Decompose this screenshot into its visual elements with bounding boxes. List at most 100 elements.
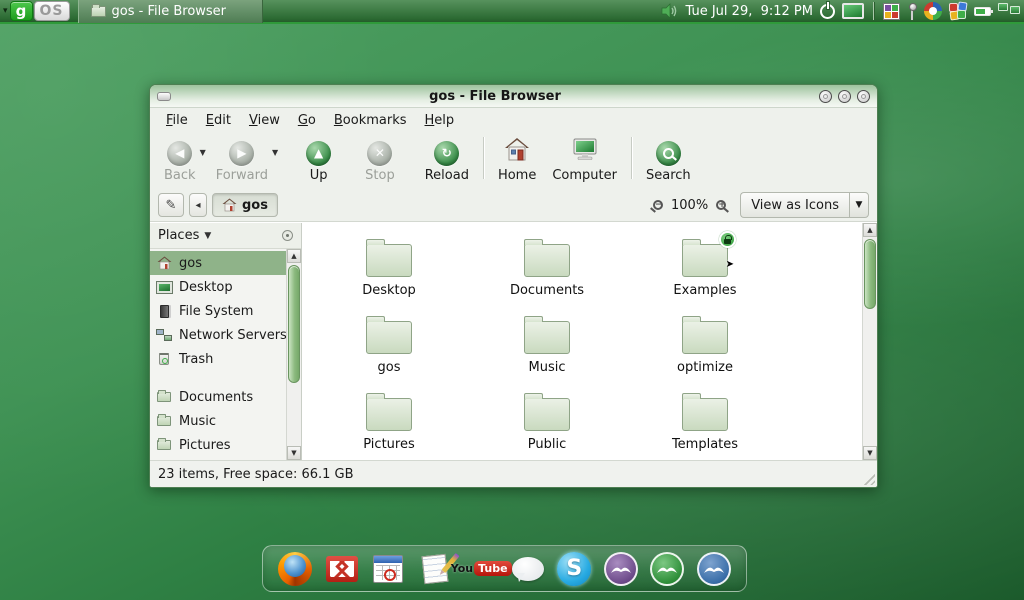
swirl-icon[interactable] (924, 2, 942, 20)
titlebar[interactable]: gos - File Browser (150, 85, 877, 108)
dock-openoffice-impress-icon[interactable] (602, 550, 640, 588)
sidebar-item-label: gos (179, 255, 202, 271)
folder-icon (366, 239, 412, 277)
panel-clock[interactable]: Tue Jul 29, 9:12 PM (686, 4, 813, 19)
dock-calendar-icon[interactable] (369, 550, 407, 588)
status-bar: 23 items, Free space: 66.1 GB (150, 460, 877, 487)
file-label: optimize (676, 360, 733, 375)
gos-main-menu-button[interactable]: g OS (9, 1, 70, 21)
path-scroll-left-button[interactable]: ◂ (189, 193, 207, 217)
dock-openoffice-writer-icon[interactable] (695, 550, 733, 588)
network-icon (156, 327, 172, 343)
folder-icon (682, 393, 728, 431)
folder-music[interactable]: Music (468, 314, 626, 375)
folder-icon (156, 389, 172, 405)
folder-public[interactable]: Public (468, 391, 626, 452)
photo-grid-icon[interactable] (883, 2, 900, 20)
file-label: Pictures (363, 437, 415, 452)
scrollbar-thumb[interactable] (288, 265, 300, 383)
computer-button[interactable]: Computer (544, 135, 625, 185)
folder-gos[interactable]: gos (310, 314, 468, 375)
folder-icon (524, 393, 570, 431)
menubar: File Edit View Go Bookmarks Help (150, 108, 877, 132)
dock-firefox-icon[interactable] (276, 550, 314, 588)
scrollbar-thumb[interactable] (864, 239, 876, 309)
network-computers-icon[interactable] (998, 2, 1020, 20)
folder-desktop[interactable]: Desktop (310, 237, 468, 298)
folder-templates[interactable]: Templates (626, 391, 784, 452)
menu-bookmarks[interactable]: Bookmarks (326, 111, 415, 130)
edit-location-button[interactable]: ✎ (158, 193, 184, 217)
menu-file[interactable]: File (158, 111, 196, 130)
sidebar-item-label: Desktop (179, 279, 233, 295)
sidebar-item-music[interactable]: Music (150, 409, 286, 433)
apps-cluster-icon[interactable] (949, 1, 968, 21)
sidebar-item-label: Pictures (179, 437, 231, 453)
path-button-gos[interactable]: gos (212, 193, 278, 217)
volume-icon[interactable] (661, 3, 679, 19)
home-button[interactable]: Home (490, 135, 544, 185)
scroll-up-icon[interactable]: ▲ (863, 223, 877, 237)
folder-optimize[interactable]: optimize (626, 314, 784, 375)
stop-icon: ✕ (367, 140, 393, 166)
home-icon (156, 255, 172, 271)
stop-button: ✕ Stop (357, 135, 403, 185)
sidebar-item-label: Trash (179, 351, 214, 367)
antenna-icon[interactable] (907, 2, 917, 20)
chevron-down-icon[interactable]: ▼ (849, 192, 869, 218)
places-header-label: Places (158, 228, 200, 243)
dock-skype-icon[interactable]: S (555, 550, 593, 588)
places-sidebar: Places ▼ gos Desktop File System Network… (150, 223, 302, 460)
menu-go[interactable]: Go (290, 111, 324, 130)
view-mode-selector[interactable]: View as Icons ▼ (740, 192, 869, 218)
top-panel: ▾ g OS gos - File Browser Tue Jul 29, 9:… (0, 0, 1024, 24)
zoom-in-icon[interactable]: + (716, 200, 727, 210)
dock-chat-bubble-icon[interactable] (509, 550, 547, 588)
places-header[interactable]: Places ▼ (150, 223, 301, 249)
sidebar-item-documents[interactable]: Documents (150, 385, 286, 409)
sidebar-item-desktop[interactable]: Desktop (150, 275, 286, 299)
dock-youtube-icon[interactable]: You Tube (451, 550, 512, 588)
main-scrollbar[interactable]: ▲ ▼ (862, 223, 877, 460)
sidebar-item-file-system[interactable]: File System (150, 299, 286, 323)
menu-view[interactable]: View (241, 111, 288, 130)
scroll-down-icon[interactable]: ▼ (287, 446, 301, 460)
battery-icon[interactable] (974, 6, 993, 16)
folder-icon (90, 3, 106, 17)
dock-docs-icon[interactable] (416, 550, 460, 588)
maximize-button[interactable] (838, 89, 851, 103)
window-menu-button[interactable] (157, 91, 171, 101)
toolbar: ◀ Back ▼ ▶ Forward ▼ ▲ Up ✕ Stop ↻ Reloa… (150, 132, 877, 189)
taskbar-window-button[interactable]: gos - File Browser (77, 0, 263, 23)
menu-help[interactable]: Help (417, 111, 463, 130)
search-button[interactable]: Search (638, 135, 699, 185)
up-button[interactable]: ▲ Up (298, 135, 339, 185)
sidebar-scrollbar[interactable]: ▲ ▼ (286, 249, 301, 460)
sidebar-close-icon[interactable] (282, 230, 293, 241)
sidebar-item-pictures[interactable]: Pictures (150, 433, 286, 457)
forward-history-dropdown[interactable]: ▼ (272, 148, 278, 157)
resize-grip[interactable] (861, 471, 875, 485)
folder-icon (156, 413, 172, 429)
close-button[interactable] (857, 89, 870, 103)
folder-pictures[interactable]: Pictures (310, 391, 468, 452)
sidebar-item-network-servers[interactable]: Network Servers (150, 323, 286, 347)
dock-gmail-icon[interactable] (323, 550, 361, 588)
file-label: Templates (671, 437, 739, 452)
reload-button[interactable]: ↻ Reload (417, 135, 477, 185)
scroll-down-icon[interactable]: ▼ (863, 446, 877, 460)
computer-icon (571, 137, 599, 166)
panel-menu-arrow-icon[interactable]: ▾ (0, 6, 10, 16)
menu-edit[interactable]: Edit (198, 111, 239, 130)
back-history-dropdown[interactable]: ▼ (200, 148, 206, 157)
minimize-button[interactable] (819, 89, 832, 103)
folder-examples[interactable]: ➤ Examples (626, 231, 784, 298)
power-icon[interactable] (820, 3, 835, 19)
sidebar-item-trash[interactable]: Trash (150, 347, 286, 371)
sidebar-item-gos[interactable]: gos (150, 251, 286, 275)
zoom-out-icon[interactable]: − (653, 200, 664, 210)
dock-openoffice-calc-icon[interactable] (648, 550, 686, 588)
folder-documents[interactable]: Documents (468, 237, 626, 298)
scroll-up-icon[interactable]: ▲ (287, 249, 301, 263)
display-icon[interactable] (842, 3, 864, 19)
